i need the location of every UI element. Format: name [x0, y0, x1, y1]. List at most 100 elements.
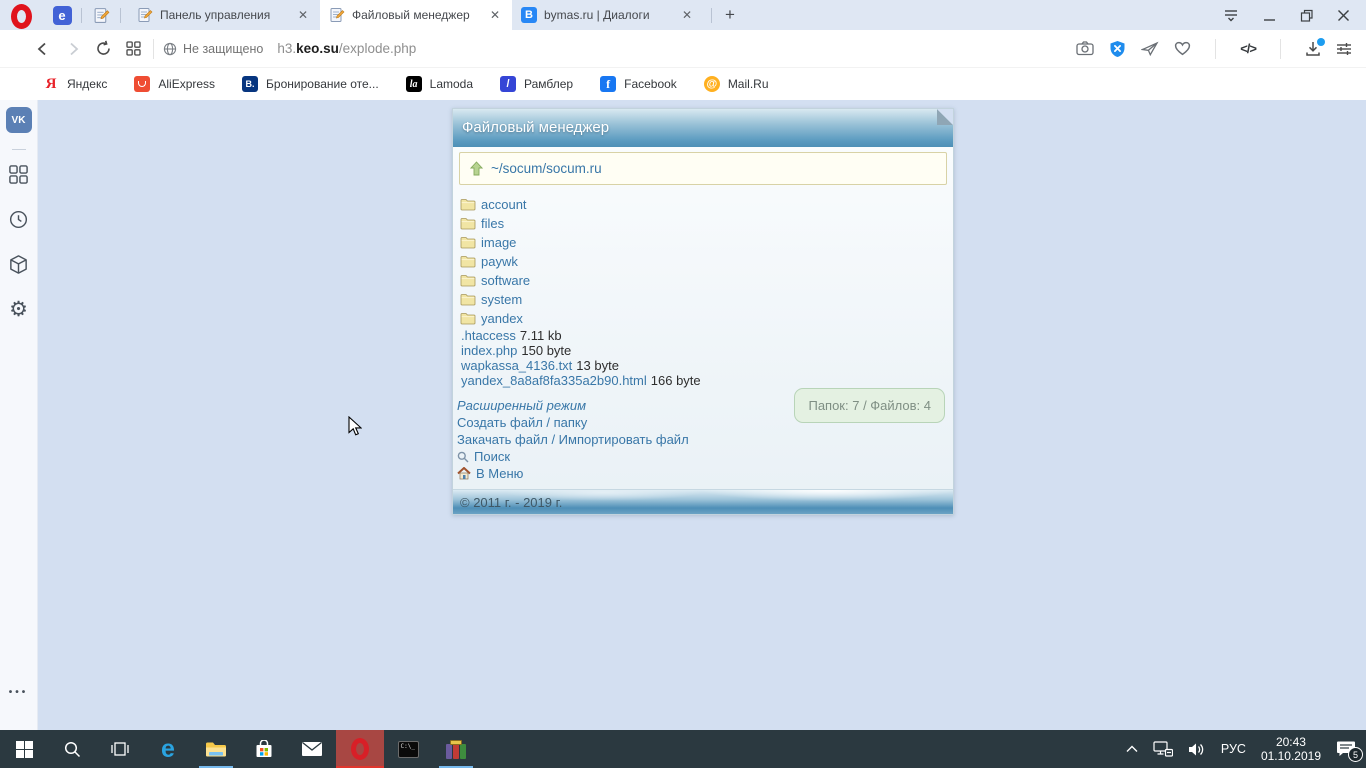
file-row: yandex_8a8af8fa335a2b90.html166 byte [457, 373, 949, 388]
bookmark-facebook[interactable]: fFacebook [600, 76, 677, 92]
divider [12, 149, 26, 150]
taskbar-opera-button[interactable] [336, 730, 384, 768]
new-tab-button[interactable]: + [725, 5, 735, 25]
security-label: Не защищено [183, 42, 263, 56]
advanced-mode-link[interactable]: Расширенный режим [457, 398, 586, 413]
tab-control-panel[interactable]: Панель управления ✕ [128, 0, 320, 30]
minimize-button[interactable] [1263, 9, 1276, 22]
tab-menu-icon[interactable] [1223, 9, 1239, 22]
restore-button[interactable] [1300, 9, 1313, 22]
upload-import-link[interactable]: Закачать файл / Импортировать файл [457, 432, 689, 447]
tab-close-icon[interactable]: ✕ [487, 8, 503, 22]
folder-link[interactable]: yandex [481, 311, 523, 326]
site-security-badge[interactable]: Не защищено [163, 42, 263, 56]
reload-button[interactable] [92, 40, 114, 57]
bookmark-rambler[interactable]: /Рамблер [500, 76, 573, 92]
opera-logo-icon[interactable] [11, 4, 32, 29]
notepad-icon [137, 7, 153, 23]
current-path-box: ~/socum/socum.ru [459, 152, 947, 185]
my-flow-icon[interactable] [1141, 41, 1159, 56]
bookmark-yandex[interactable]: ЯЯндекс [43, 76, 107, 92]
up-arrow-icon[interactable] [470, 161, 483, 176]
network-icon[interactable] [1153, 741, 1173, 757]
tab-file-manager-active[interactable]: Файловый менеджер ✕ [320, 0, 512, 30]
opera-icon [351, 738, 369, 760]
edge-icon: e [161, 737, 175, 762]
rambler-icon: / [500, 76, 516, 92]
bookmark-lamoda[interactable]: laLamoda [406, 76, 473, 92]
close-window-button[interactable] [1337, 9, 1350, 22]
folder-link[interactable]: files [481, 216, 504, 231]
notification-count-badge: 5 [1348, 747, 1363, 762]
e-logo-icon: e [53, 6, 72, 25]
pinned-tab-e[interactable]: e [50, 3, 74, 27]
divider [1215, 39, 1216, 59]
bymas-icon: B [521, 7, 537, 23]
back-button[interactable] [32, 41, 54, 57]
taskbar-edge-button[interactable]: e [144, 730, 192, 768]
taskbar-store-button[interactable] [240, 730, 288, 768]
tray-time: 20:43 [1261, 735, 1321, 750]
taskbar-winrar-button[interactable] [432, 730, 480, 768]
action-center-button[interactable]: 5 [1336, 740, 1356, 758]
sidebar-more-icon[interactable]: ••• [9, 687, 29, 698]
file-link[interactable]: index.php [461, 343, 517, 358]
start-button[interactable] [0, 730, 48, 768]
folder-link[interactable]: image [481, 235, 516, 250]
stats-badge: Папок: 7 / Файлов: 4 [794, 388, 945, 423]
command-prompt-icon: C:\_ [398, 741, 419, 758]
taskbar-explorer-button[interactable] [192, 730, 240, 768]
speed-dial-icon[interactable] [122, 41, 144, 56]
file-link[interactable]: wapkassa_4136.txt [461, 358, 572, 373]
taskbar-mail-button[interactable] [288, 730, 336, 768]
mail-icon [301, 741, 323, 757]
vk-messenger-icon[interactable]: VK [6, 107, 32, 133]
task-view-button[interactable] [96, 730, 144, 768]
forward-button[interactable] [62, 41, 84, 57]
bookmark-aliexpress[interactable]: AliExpress [134, 76, 215, 92]
language-indicator[interactable]: РУС [1221, 742, 1246, 756]
folder-link[interactable]: paywk [481, 254, 518, 269]
volume-icon[interactable] [1188, 742, 1206, 757]
bookmark-booking[interactable]: B.Бронирование оте... [242, 76, 379, 92]
settings-gear-icon[interactable]: ⚙ [9, 299, 28, 320]
tab-close-icon[interactable]: ✕ [295, 8, 311, 22]
create-file-folder-link[interactable]: Создать файл / папку [457, 415, 587, 430]
folder-link[interactable]: account [481, 197, 527, 212]
windows-taskbar: e C:\_ РУС 20:43 01.10.2019 [0, 730, 1366, 768]
tray-expand-chevron-icon[interactable] [1126, 745, 1138, 753]
search-link[interactable]: Поиск [474, 449, 510, 464]
file-row: index.php 150 byte [457, 343, 949, 358]
clock[interactable]: 20:43 01.10.2019 [1261, 735, 1321, 764]
bookmark-mailru[interactable]: @Mail.Ru [704, 76, 769, 92]
extensions-cube-icon[interactable] [8, 254, 29, 275]
file-link[interactable]: .htaccess [461, 328, 516, 343]
to-menu-link[interactable]: В Меню [476, 466, 523, 481]
folder-row: files [457, 214, 949, 233]
taskbar-cmd-button[interactable]: C:\_ [384, 730, 432, 768]
pinned-tab-notepad[interactable] [89, 3, 113, 27]
folder-icon [460, 274, 476, 287]
history-clock-icon[interactable] [8, 209, 29, 230]
adblock-shield-icon[interactable] [1109, 40, 1126, 58]
url-field[interactable]: h3.keo.su/explode.php [277, 41, 416, 56]
tab-close-icon[interactable]: ✕ [679, 8, 695, 22]
folder-link[interactable]: system [481, 292, 522, 307]
window-controls [1223, 9, 1366, 22]
notepad-icon [329, 7, 345, 23]
speed-dial-grid-icon[interactable] [8, 164, 29, 185]
file-size: 150 byte [521, 343, 571, 358]
taskbar-search-button[interactable] [48, 730, 96, 768]
folder-link[interactable]: software [481, 273, 530, 288]
current-path-link[interactable]: ~/socum/socum.ru [491, 161, 602, 176]
tab-bymas[interactable]: B bymas.ru | Диалоги ✕ [512, 0, 704, 30]
folder-icon [460, 255, 476, 268]
tray-date: 01.10.2019 [1261, 749, 1321, 764]
snapshot-camera-icon[interactable] [1076, 41, 1094, 56]
bookmark-heart-icon[interactable] [1174, 41, 1191, 56]
easy-setup-sliders-icon[interactable] [1336, 42, 1352, 56]
dev-code-icon[interactable]: </> [1240, 41, 1256, 56]
address-bar-actions: </> [1076, 39, 1366, 59]
file-link[interactable]: yandex_8a8af8fa335a2b90.html [461, 373, 647, 388]
downloads-button[interactable] [1305, 41, 1321, 57]
